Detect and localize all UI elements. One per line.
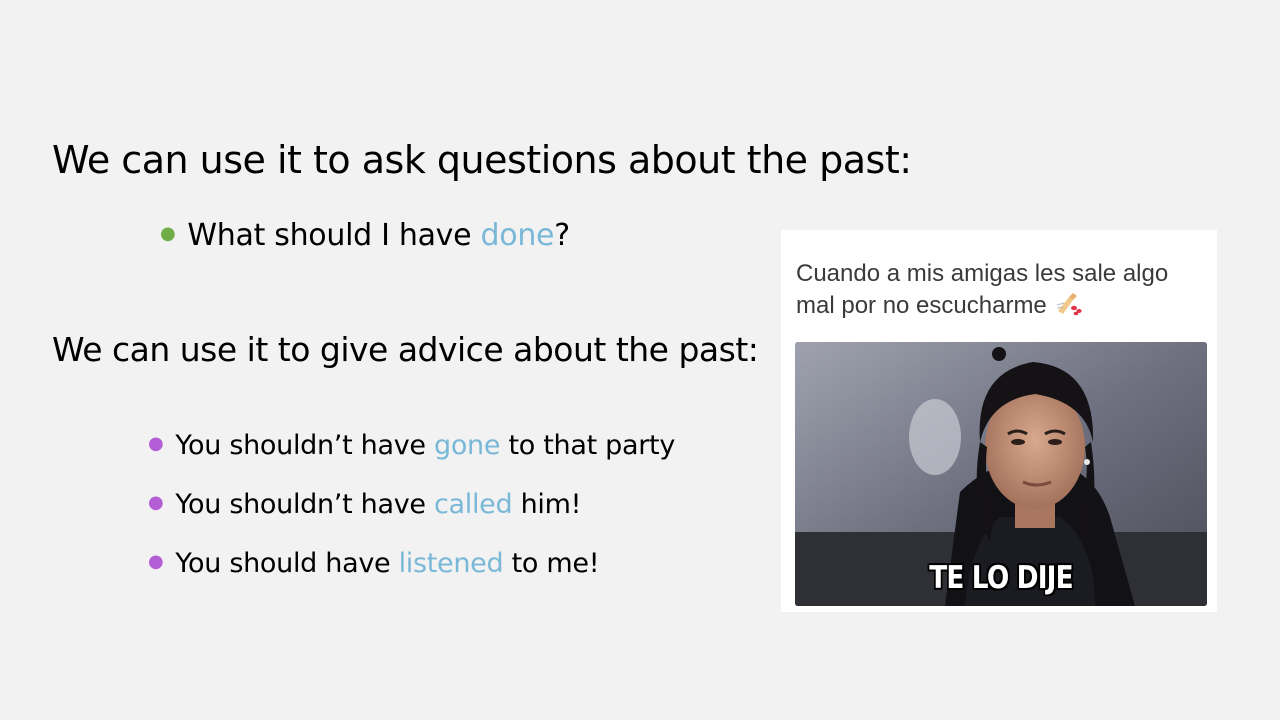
meme-caption: Cuando a mis amigas les sale algo mal po…: [796, 258, 1196, 322]
meme-card: Cuando a mis amigas les sale algo mal po…: [781, 230, 1217, 612]
bullet-text: You should have: [175, 548, 399, 579]
meme-photo: TE LO DIJE: [795, 342, 1207, 606]
highlight-word: gone: [433, 430, 501, 461]
bullet-text-end: him!: [512, 489, 582, 520]
bullet-question: ● What should I have done?: [160, 218, 570, 253]
heading-advice: We can use it to give advice about the p…: [52, 330, 759, 369]
bullet-dot-icon: ●: [148, 492, 164, 513]
bullet-text-end: to me!: [503, 548, 600, 579]
bullet-advice: ● You shouldn’t have gone to that party: [148, 430, 675, 461]
highlight-word: done: [480, 218, 555, 253]
nail-polish-icon: [1055, 291, 1085, 317]
highlight-word: listened: [398, 548, 504, 579]
bullet-text-end: to that party: [500, 430, 676, 461]
bullet-dot-icon: ●: [148, 551, 164, 572]
bullet-text: You shouldn’t have: [175, 489, 434, 520]
bullet-text: What should I have: [187, 218, 481, 253]
meme-overlay-text: TE LO DIJE: [929, 560, 1073, 596]
bullet-text: You shouldn’t have: [175, 430, 434, 461]
highlight-word: called: [433, 489, 513, 520]
bullet-dot-icon: ●: [160, 223, 176, 244]
meme-caption-text: Cuando a mis amigas les sale algo mal po…: [796, 260, 1169, 319]
heading-questions: We can use it to ask questions about the…: [52, 138, 912, 182]
bullet-dot-icon: ●: [148, 433, 164, 454]
bullet-text-end: ?: [554, 218, 570, 253]
bullet-advice: ● You shouldn’t have called him!: [148, 489, 581, 520]
bullet-advice: ● You should have listened to me!: [148, 548, 600, 579]
